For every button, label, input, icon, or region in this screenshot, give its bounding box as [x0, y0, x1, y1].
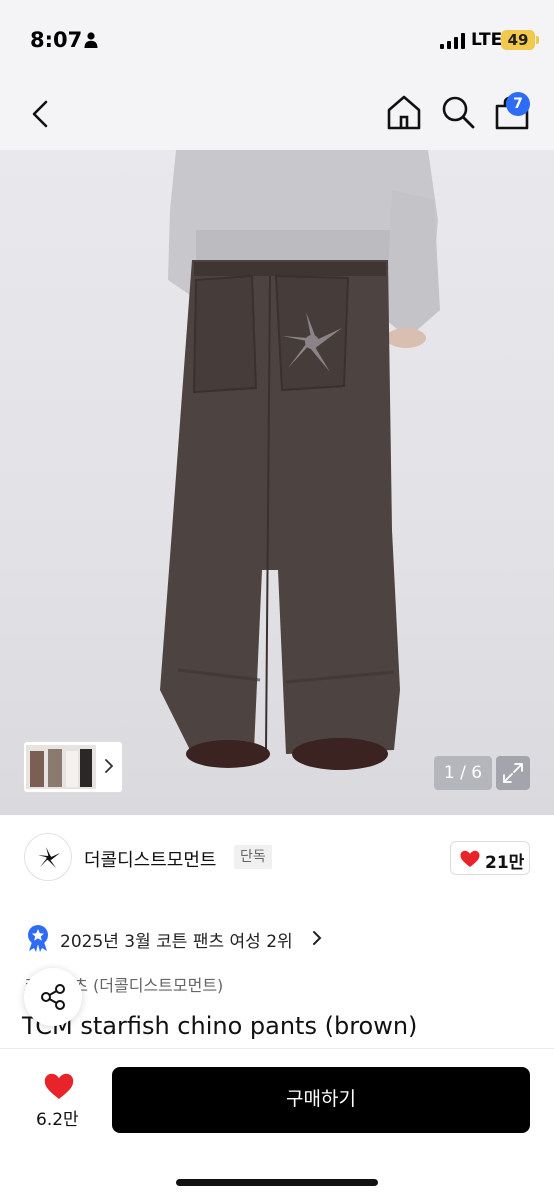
heart-icon — [460, 850, 480, 867]
rank-badge-icon — [28, 925, 48, 952]
brand-like-count: 21만 — [485, 853, 525, 873]
home-icon[interactable] — [384, 92, 424, 132]
signal-icon — [440, 33, 465, 49]
brand-logo[interactable] — [24, 833, 72, 881]
network-type: LTE — [471, 30, 503, 50]
wish-count: 6.2만 — [36, 1110, 79, 1130]
battery-level: 49 — [501, 30, 535, 50]
heart-icon[interactable] — [44, 1073, 74, 1100]
battery-tip — [536, 36, 539, 44]
product-image-gallery[interactable]: 1 / 6 — [0, 150, 554, 815]
share-button[interactable] — [24, 968, 82, 1026]
chevron-right-icon — [105, 759, 114, 773]
back-icon[interactable] — [24, 94, 60, 134]
thumbnail-strip[interactable] — [24, 742, 122, 792]
exclusive-badge: 단독 — [234, 845, 272, 869]
share-icon — [41, 984, 65, 1010]
status-bar: 8:07 LTE 49 — [0, 0, 554, 80]
person-icon — [84, 32, 98, 48]
product-title: TCM starfish chino pants (brown) — [22, 1012, 418, 1040]
brand-like-button[interactable]: 21만 — [450, 841, 530, 875]
expand-icon[interactable] — [496, 756, 530, 790]
buy-button[interactable]: 구매하기 — [112, 1067, 530, 1133]
ranking-link[interactable]: 2025년 3월 코튼 팬츠 여성 2위 — [26, 924, 366, 952]
search-icon[interactable] — [438, 92, 478, 132]
ranking-text: 2025년 3월 코튼 팬츠 여성 2위 — [60, 932, 293, 952]
status-time: 8:07 — [30, 28, 83, 52]
image-counter: 1 / 6 — [434, 756, 492, 790]
thumbnail-image — [26, 745, 96, 789]
brand-logo-icon — [38, 847, 60, 868]
bottom-action-bar: 6.2만 구매하기 — [0, 1048, 554, 1200]
home-indicator — [176, 1179, 378, 1186]
brand-row: 더콜디스트모먼트 단독 21만 — [0, 815, 554, 905]
product-photo — [160, 150, 440, 770]
nav-bar — [0, 80, 554, 150]
brand-name[interactable]: 더콜디스트모먼트 — [84, 846, 216, 872]
chevron-right-icon — [313, 931, 322, 945]
cart-badge: 7 — [506, 92, 530, 116]
